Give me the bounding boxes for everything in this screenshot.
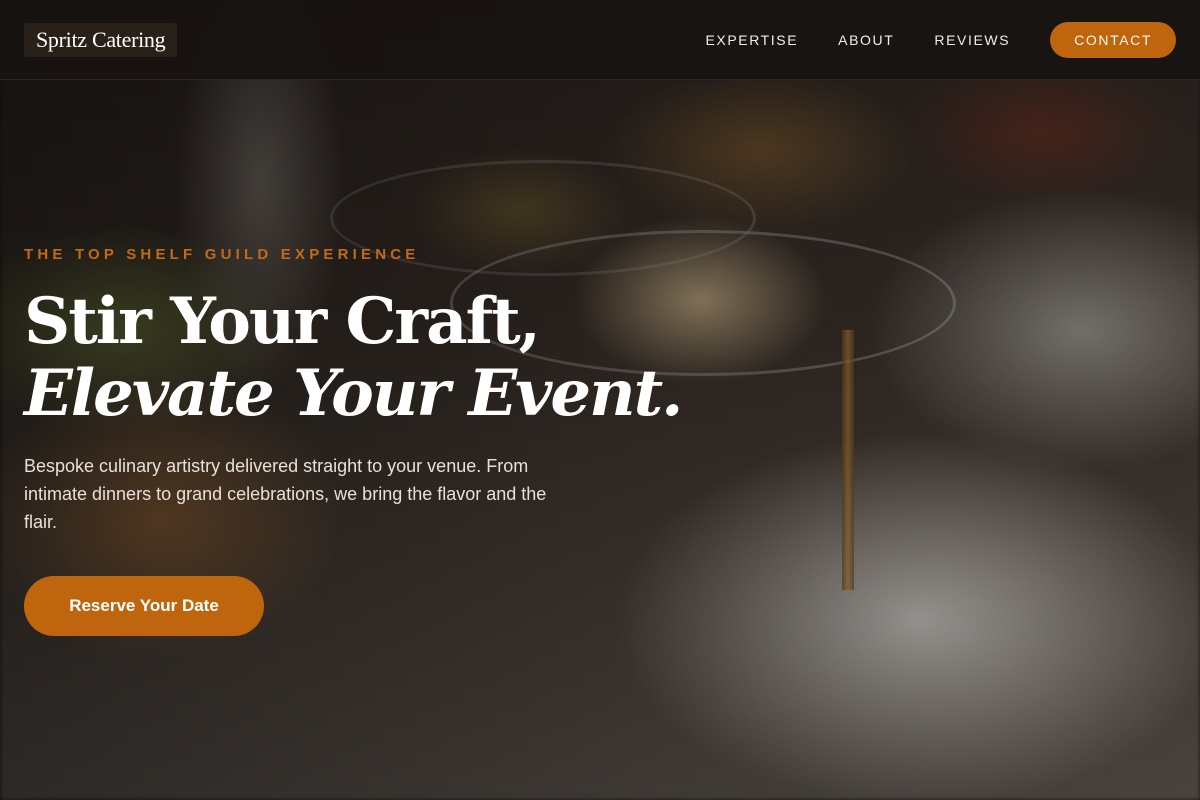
site-header: Spritz Catering EXPERTISE ABOUT REVIEWS … [0, 0, 1200, 80]
nav-expertise-link[interactable]: EXPERTISE [705, 32, 798, 48]
hero-eyebrow: THE TOP SHELF GUILD EXPERIENCE [24, 246, 420, 263]
nav-about-link[interactable]: ABOUT [838, 32, 894, 48]
reserve-date-button[interactable]: Reserve Your Date [24, 576, 264, 636]
contact-button[interactable]: CONTACT [1050, 22, 1176, 58]
headline-line-2: Elevate Your Event. [24, 356, 683, 431]
nav-reviews-link[interactable]: REVIEWS [934, 32, 1010, 48]
hero-headline: Stir Your Craft, Elevate Your Event. [24, 284, 683, 431]
logo[interactable]: Spritz Catering [24, 23, 178, 57]
main-nav: EXPERTISE ABOUT REVIEWS CONTACT [705, 22, 1176, 58]
landing-page: Spritz Catering EXPERTISE ABOUT REVIEWS … [0, 0, 1200, 800]
hero-subtext: Bespoke culinary artistry delivered stra… [24, 456, 547, 532]
headline-line-1: Stir Your Craft, [24, 284, 541, 359]
